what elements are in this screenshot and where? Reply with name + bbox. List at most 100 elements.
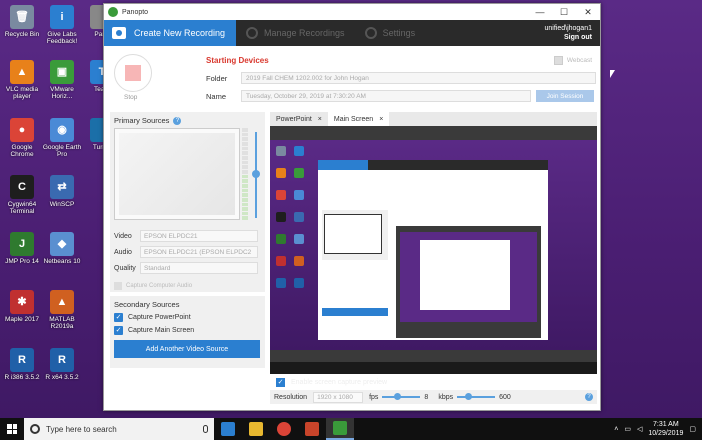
desktop-icon-label: WinSCP	[49, 201, 75, 208]
desktop-icon-label: VMware Horiz...	[50, 86, 74, 100]
tab-main-screen[interactable]: Main Screen ×	[327, 112, 390, 126]
close-tab-icon[interactable]: ×	[379, 116, 383, 123]
camera-icon	[112, 27, 126, 39]
system-tray: ˄ ▭ ◁ 7:31 AM 10/29/2019 ▢	[614, 420, 702, 438]
notifications-icon[interactable]: ▢	[689, 425, 696, 433]
join-session-button[interactable]: Join Session	[536, 90, 594, 102]
stop-label: Stop	[124, 94, 138, 101]
app-icon: ◆	[50, 232, 74, 256]
file-explorer-taskbar-icon[interactable]	[242, 418, 270, 440]
app-icon: ●	[10, 118, 34, 142]
recording-details: Stop Starting Devices Webcast Folder 201…	[104, 46, 600, 108]
desktop-icon-label: Recycle Bin	[4, 31, 40, 38]
desktop-icon[interactable]: ◆ Netbeans 10	[40, 232, 84, 265]
secondary-sources-panel: Secondary Sources ✓ Capture PowerPoint ✓…	[110, 296, 265, 368]
primary-sources-panel: Primary Sources ? Video EPSON ELPDC21 Au…	[110, 112, 265, 292]
app-icon: ▲	[10, 60, 34, 84]
video-row: Video EPSON ELPDC21	[114, 230, 258, 242]
volume-icon[interactable]: ◁	[637, 425, 642, 433]
close-button[interactable]: ✕	[576, 4, 600, 20]
window-title: Panopto	[122, 8, 149, 16]
name-field[interactable]: Tuesday, October 29, 2019 at 7:30:20 AM	[241, 90, 531, 102]
tab-create-new-recording[interactable]: Create New Recording	[104, 20, 236, 46]
network-icon[interactable]: ▭	[624, 425, 631, 433]
gear-icon	[364, 27, 377, 39]
desktop-icon-label: Maple 2017	[5, 316, 39, 323]
desktop-icon-label: MATLAB R2019a	[49, 316, 75, 330]
quality-select[interactable]: Standard	[140, 262, 258, 274]
capture-powerpoint-checkbox[interactable]: ✓ Capture PowerPoint	[114, 313, 191, 322]
enable-preview-checkbox[interactable]: ✓ Enable screen capture preview	[276, 378, 387, 387]
list-icon	[246, 27, 258, 39]
cortana-icon	[30, 424, 40, 434]
taskbar: Type here to search ˄ ▭ ◁ 7:31 AM 10/29/…	[0, 418, 702, 440]
info-icon[interactable]: ?	[585, 393, 593, 401]
desktop-icon[interactable]: ▣ VMware Horiz...	[40, 60, 84, 100]
audio-row: Audio EPSON ELPDC21 (EPSON ELPDC2	[114, 246, 258, 258]
folder-label: Folder	[206, 74, 228, 83]
desktop-icon[interactable]: R R i386 3.5.2	[0, 348, 44, 381]
desktop-icon[interactable]: ▲ MATLAB R2019a	[40, 290, 84, 330]
desktop-icon[interactable]: ✱ Maple 2017	[0, 290, 44, 323]
tab-settings[interactable]: Settings	[355, 20, 426, 46]
edge-taskbar-icon[interactable]	[214, 418, 242, 440]
desktop-icon-label: Netbeans 10	[43, 258, 81, 265]
checkbox-icon	[553, 56, 563, 65]
desktop-icon[interactable]: i Give Labs Feedback!	[40, 5, 84, 45]
chevron-up-icon[interactable]: ˄	[614, 426, 618, 433]
app-icon: ▲	[50, 290, 74, 314]
webcast-checkbox[interactable]: Webcast	[553, 56, 592, 65]
taskbar-search[interactable]: Type here to search	[24, 418, 214, 440]
preview-taskbar	[270, 362, 597, 374]
desktop-icon[interactable]: C Cygwin64 Terminal	[0, 175, 44, 215]
app-icon: ⇄	[50, 175, 74, 199]
tab-powerpoint[interactable]: PowerPoint ×	[270, 112, 328, 126]
desktop-icon[interactable]: ▲ VLC media player	[0, 60, 44, 100]
app-icon: ✱	[10, 290, 34, 314]
status-text: Starting Devices	[206, 56, 269, 65]
main-nav: Create New Recording Manage Recordings S…	[104, 20, 600, 46]
add-video-source-button[interactable]: Add Another Video Source	[114, 340, 260, 358]
powerpoint-taskbar-icon[interactable]	[298, 418, 326, 440]
audio-select[interactable]: EPSON ELPDC21 (EPSON ELPDC2	[140, 246, 258, 258]
stop-icon	[125, 65, 141, 81]
title-bar: Panopto — ☐ ✕	[104, 4, 600, 20]
help-icon[interactable]: ?	[173, 116, 182, 125]
search-placeholder: Type here to search	[46, 424, 117, 434]
desktop-icon[interactable]: R R x64 3.5.2	[40, 348, 84, 381]
chrome-taskbar-icon[interactable]	[270, 418, 298, 440]
screen-capture-preview	[270, 126, 597, 374]
tab-manage-recordings[interactable]: Manage Recordings	[236, 20, 355, 46]
check-icon: ✓	[114, 313, 123, 322]
app-icon: 🗑	[10, 5, 34, 29]
capture-main-screen-checkbox[interactable]: ✓ Capture Main Screen	[114, 326, 194, 335]
desktop-icon-label: Google Earth Pro	[42, 144, 82, 158]
desktop-icon[interactable]: 🗑 Recycle Bin	[0, 5, 44, 38]
sign-out-link[interactable]: Sign out	[545, 33, 592, 42]
maximize-button[interactable]: ☐	[552, 4, 576, 20]
desktop-icon[interactable]: ◉ Google Earth Pro	[40, 118, 84, 158]
desktop-icon[interactable]: ● Google Chrome	[0, 118, 44, 158]
name-label: Name	[206, 92, 227, 101]
fps-slider[interactable]	[382, 393, 421, 400]
panopto-logo-icon	[108, 7, 118, 17]
kbps-slider[interactable]	[457, 393, 496, 400]
panopto-taskbar-icon[interactable]	[326, 418, 354, 440]
resolution-select[interactable]: 1920 x 1080	[313, 391, 364, 403]
checkbox-icon	[114, 282, 122, 290]
preview-desktop	[270, 140, 597, 374]
check-icon: ✓	[276, 378, 285, 387]
video-select[interactable]: EPSON ELPDC21	[140, 230, 258, 242]
microphone-icon[interactable]	[203, 425, 208, 433]
volume-slider[interactable]	[252, 132, 260, 218]
folder-field[interactable]: 2019 Fall CHEM 1202.002 for John Hogan	[241, 72, 596, 84]
stop-button[interactable]	[114, 54, 152, 92]
close-tab-icon[interactable]: ×	[318, 116, 322, 123]
desktop-icon[interactable]: ⇄ WinSCP	[40, 175, 84, 208]
capture-computer-audio-checkbox[interactable]: Capture Computer Audio	[114, 282, 192, 290]
minimize-button[interactable]: —	[528, 4, 552, 20]
desktop-icon[interactable]: J JMP Pro 14	[0, 232, 44, 265]
desktop-icon-label: JMP Pro 14	[5, 258, 39, 265]
clock[interactable]: 7:31 AM 10/29/2019	[648, 420, 683, 438]
start-button[interactable]	[0, 418, 24, 440]
